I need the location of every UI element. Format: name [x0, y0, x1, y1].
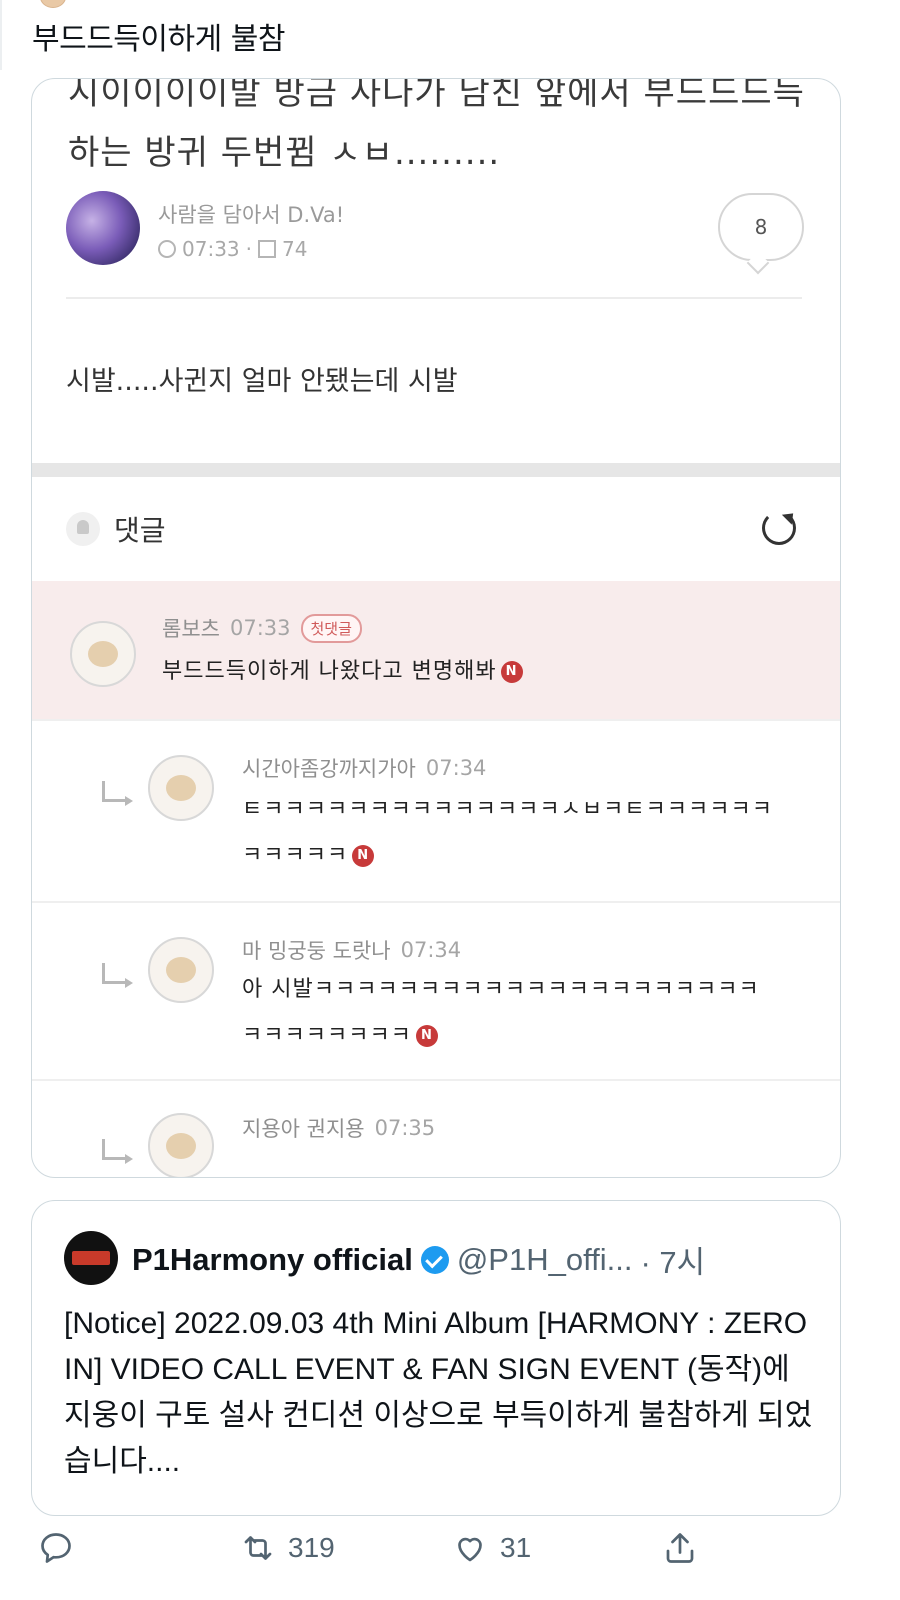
quoted-account-handle[interactable]: @P1H_offi... [457, 1242, 633, 1278]
comment-text: 아 시발ㅋㅋㅋㅋㅋㅋㅋㅋㅋㅋㅋㅋㅋㅋㅋㅋㅋㅋㅋㅋㅋ ㅋㅋㅋㅋㅋㅋㅋㅋ N [242, 967, 760, 1059]
post-title: 시이이이이발 방금 사나가 남친 앞에서 부드드드득하는 방귀 두번뀜 ㅅㅂ..… [68, 78, 805, 173]
retweet-icon [244, 1536, 272, 1560]
like-count: 31 [500, 1532, 532, 1563]
reply-arrow-icon [102, 781, 133, 806]
verified-icon [420, 1245, 449, 1274]
comment-text-line: 아 시발ㅋㅋㅋㅋㅋㅋㅋㅋㅋㅋㅋㅋㅋㅋㅋㅋㅋㅋㅋㅋㅋ [242, 977, 760, 1002]
quoted-tweet-header: P1Harmony official @P1H_offi... · 7시 [132, 1237, 705, 1282]
comment-text: 부드드득이하게 나왔다고 변명해봐 N [162, 649, 523, 695]
commenter-name: 롬보츠 [162, 617, 220, 641]
quoted-account-name[interactable]: P1Harmony official [132, 1242, 413, 1278]
divider [66, 297, 802, 299]
commenter-name: 지용아 권지용 [242, 1117, 365, 1141]
commenter-name: 시간아좀강까지가아 [242, 757, 416, 781]
commenter-name: 마 밍궁둥 도랏나 [242, 939, 391, 963]
comment-row: 마 밍궁둥 도랏나 07:34 아 시발ㅋㅋㅋㅋㅋㅋㅋㅋㅋㅋㅋㅋㅋㅋㅋㅋㅋㅋㅋㅋ… [32, 901, 840, 1081]
quoted-tweet[interactable]: P1Harmony official @P1H_offi... · 7시 [No… [31, 1200, 841, 1516]
comment-time: 07:34 [400, 938, 462, 962]
comment-text-content: 부드드득이하게 나왔다고 변명해봐 [162, 659, 497, 684]
comment-text-line: ㅌㅋㅋㅋㅋㅋㅋㅋㅋㅋㅋㅋㅋㅋㅋㅅㅂㅋㅌㅋㅋㅋㅋㅋㅋ [242, 797, 774, 822]
meta-separator: · [245, 237, 252, 261]
section-divider [32, 463, 840, 477]
comment-time: 07:33 [229, 616, 291, 640]
like-button[interactable]: 31 [452, 1530, 531, 1566]
comment-time: 07:35 [374, 1116, 436, 1140]
comments-header: 댓글 [66, 509, 166, 549]
share-button[interactable] [662, 1530, 698, 1566]
comment-text-content: ㅋㅋㅋㅋㅋ [242, 843, 349, 868]
comment-meta: 마 밍궁둥 도랏나 07:34 [242, 935, 461, 965]
comment-row: 시간아좀강까지가아 07:34 ㅌㅋㅋㅋㅋㅋㅋㅋㅋㅋㅋㅋㅋㅋㅋㅅㅂㅋㅌㅋㅋㅋㅋㅋ… [32, 719, 840, 903]
comment-text-line: ㅋㅋㅋㅋㅋㅋㅋㅋ N [242, 1013, 760, 1059]
commenter-avatar [148, 1113, 214, 1177]
retweet-button[interactable]: 319 [240, 1530, 335, 1566]
commenter-avatar [148, 937, 214, 1003]
first-comment-badge: 첫댓글 [300, 613, 362, 643]
quoted-tweet-time[interactable]: · 7시 [640, 1237, 705, 1282]
comment-text-content: ㅋㅋㅋㅋㅋㅋㅋㅋ [242, 1023, 412, 1048]
bell-icon [66, 512, 100, 546]
post-views: 74 [282, 237, 308, 261]
new-badge-icon: N [415, 1025, 438, 1047]
quoted-account-avatar[interactable] [64, 1231, 118, 1285]
comment-meta: 지용아 권지용 07:35 [242, 1113, 435, 1143]
commenter-avatar [70, 621, 136, 687]
reply-arrow-icon [102, 963, 133, 988]
clock-icon [158, 240, 176, 258]
post-author: 사람을 담아서 D.Va! [158, 203, 345, 227]
new-badge-icon: N [500, 661, 523, 683]
retweet-count: 319 [288, 1532, 335, 1563]
comment-count-bubble: 8 [718, 193, 804, 261]
quoted-tweet-text: [Notice] 2022.09.03 4th Mini Album [HARM… [64, 1307, 813, 1478]
post-time: 07:33 [182, 237, 240, 261]
comment-count: 8 [754, 215, 768, 239]
reply-button[interactable] [38, 1530, 74, 1566]
view-icon [258, 240, 276, 258]
reply-icon [41, 1533, 71, 1563]
refresh-icon [762, 511, 796, 545]
share-icon [666, 1533, 694, 1563]
post-author-avatar [66, 191, 140, 265]
comment-text-line: ㅋㅋㅋㅋㅋ N [242, 833, 773, 879]
comment-time: 07:34 [425, 756, 487, 780]
post-meta: 07:33 · 74 [158, 237, 307, 261]
comment-row: 롬보츠 07:33 첫댓글 부드드득이하게 나왔다고 변명해봐 N [32, 581, 840, 721]
comment-meta: 롬보츠 07:33 첫댓글 [162, 613, 362, 643]
tweet-actions: 319 31 [0, 1530, 900, 1590]
comment-meta: 시간아좀강까지가아 07:34 [242, 753, 486, 783]
comments-label: 댓글 [114, 514, 166, 547]
user-avatar[interactable] [40, 0, 66, 8]
new-badge-icon: N [352, 845, 375, 867]
like-icon [458, 1537, 482, 1562]
thread-line [0, 0, 2, 70]
reply-arrow-icon [102, 1139, 133, 1164]
comment-text: ㅌㅋㅋㅋㅋㅋㅋㅋㅋㅋㅋㅋㅋㅋㅋㅅㅂㅋㅌㅋㅋㅋㅋㅋㅋ ㅋㅋㅋㅋㅋ N [242, 787, 773, 879]
comment-row: 지용아 권지용 07:35 [32, 1079, 840, 1177]
attached-screenshot[interactable]: 시이이이이발 방금 사나가 남친 앞에서 부드드드득하는 방귀 두번뀜 ㅅㅂ..… [31, 78, 841, 1178]
tweet-text: 부드드득이하게 불참 [32, 22, 285, 57]
post-body: 시발.....사귄지 얼마 안됐는데 시발 [66, 366, 458, 397]
commenter-avatar [148, 755, 214, 821]
